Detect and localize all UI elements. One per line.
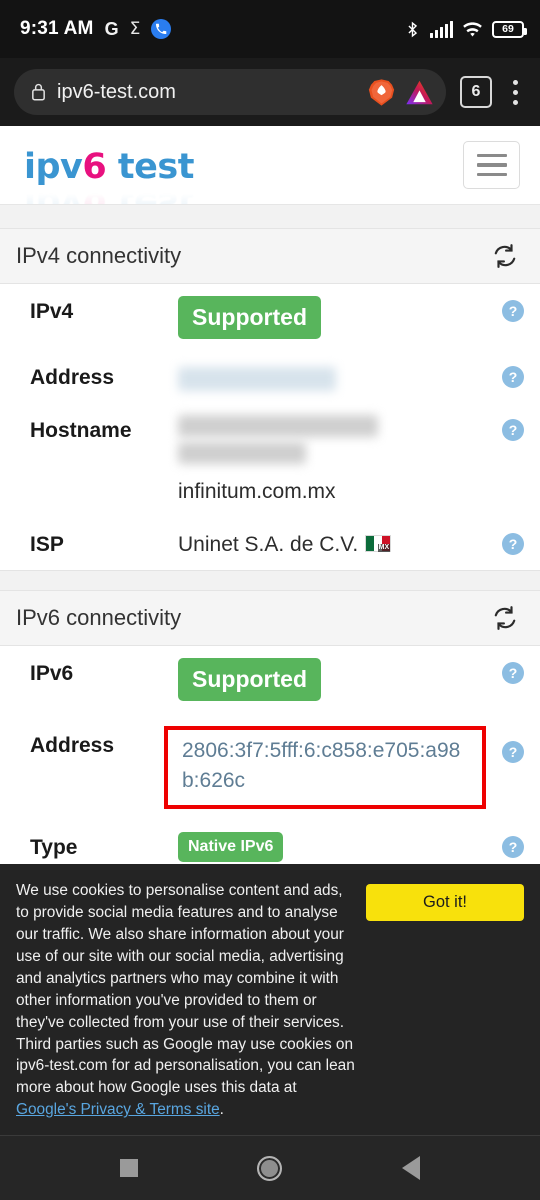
status-bar-clock: 9:31 AM xyxy=(20,18,94,39)
row-label: Address xyxy=(30,366,115,389)
row-label: IPv6 xyxy=(30,661,74,685)
row-value: Supported xyxy=(178,295,494,339)
isp-name: Uninet S.A. de C.V. xyxy=(178,532,359,556)
row-label: IPv4 xyxy=(30,300,74,323)
row-label: Type xyxy=(30,835,78,859)
ipv6-address-link[interactable]: 2806:3f7:5fff:6:c858:e705:a98b:626c xyxy=(182,736,474,797)
redacted-hostname-line2 xyxy=(178,442,306,465)
redacted-hostname-line1 xyxy=(178,415,378,438)
header-spacer xyxy=(0,204,540,228)
status-badge: Native IPv6 xyxy=(178,831,284,862)
status-badge: Supported xyxy=(178,657,321,701)
table-row: IPv4 Supported ? xyxy=(0,284,540,350)
battery-level-label: 69 xyxy=(502,22,514,35)
wifi-icon xyxy=(462,21,483,38)
help-icon[interactable]: ? xyxy=(502,300,524,322)
google-privacy-terms-link[interactable]: Google's Privacy & Terms site xyxy=(16,1101,220,1118)
back-triangle-icon[interactable] xyxy=(402,1156,421,1180)
phone-icon xyxy=(151,19,172,39)
row-value: infinitum.com.mx xyxy=(178,414,494,505)
site-header: ipv6 test ipv6 test xyxy=(0,126,540,204)
recents-square-icon[interactable] xyxy=(119,1159,138,1177)
mexico-flag-icon xyxy=(365,534,392,552)
row-value: Supported xyxy=(178,657,494,701)
help-icon[interactable]: ? xyxy=(502,532,524,555)
section-title-ipv4: IPv4 connectivity xyxy=(16,243,182,268)
refresh-icon[interactable] xyxy=(492,243,518,269)
logo-six: 6 xyxy=(82,146,107,187)
row-value: 2806:3f7:5fff:6:c858:e705:a98b:626c xyxy=(164,725,494,809)
kebab-menu-icon[interactable] xyxy=(500,75,530,109)
section-header-ipv4: IPv4 connectivity xyxy=(0,228,540,284)
status-bar-left: 9:31 AM G Σ xyxy=(20,18,172,40)
lock-icon xyxy=(30,82,47,102)
row-label: Address xyxy=(30,733,115,757)
table-row: Address ? xyxy=(0,350,540,403)
bat-triangle-icon[interactable] xyxy=(405,79,434,106)
ipv6-address-highlight-box: 2806:3f7:5fff:6:c858:e705:a98b:626c xyxy=(164,725,486,809)
row-label: ISP xyxy=(30,532,64,556)
home-circle-icon[interactable] xyxy=(257,1155,283,1181)
redacted-ipv4-address xyxy=(178,367,336,391)
cookie-consent-banner: We use cookies to personalise content an… xyxy=(0,864,540,1135)
cookie-consent-text: We use cookies to personalise content an… xyxy=(16,880,356,1121)
site-logo[interactable]: ipv6 test ipv6 test xyxy=(24,146,195,204)
help-icon[interactable]: ? xyxy=(502,419,524,442)
help-icon[interactable]: ? xyxy=(502,740,524,763)
row-value: Native IPv6 xyxy=(178,831,494,862)
hamburger-menu-icon[interactable] xyxy=(463,141,520,189)
url-text: ipv6-test.com xyxy=(57,80,176,103)
table-row: Hostname infinitum.com.mx ? xyxy=(0,403,540,516)
browser-toolbar: ipv6-test.com 6 xyxy=(0,58,540,126)
section-divider xyxy=(0,569,540,590)
status-badge: Supported xyxy=(178,296,321,339)
site-logo-reflection: ipv6 test xyxy=(24,183,194,205)
section-header-ipv6: IPv6 connectivity xyxy=(0,589,540,646)
help-icon[interactable]: ? xyxy=(502,835,524,858)
bluetooth-icon xyxy=(404,20,421,39)
logo-ipv: ipv xyxy=(24,146,83,187)
got-it-button[interactable]: Got it! xyxy=(366,884,524,922)
android-nav-bar xyxy=(0,1135,540,1200)
help-icon[interactable]: ? xyxy=(502,661,524,684)
tab-count-button[interactable]: 6 xyxy=(460,76,492,108)
site-logo-text: ipv6 test xyxy=(24,146,195,187)
row-label: Hostname xyxy=(30,419,132,443)
table-row: IPv6 Supported ? xyxy=(0,646,540,712)
help-icon[interactable]: ? xyxy=(502,366,524,388)
android-status-bar: 9:31 AM G Σ 69 xyxy=(0,0,540,58)
row-value: Uninet S.A. de C.V. xyxy=(178,528,494,558)
rows-ipv4: IPv4 Supported ? Address ? Hostname infi… xyxy=(0,284,540,570)
table-row: ISP Uninet S.A. de C.V. ? xyxy=(0,517,540,570)
cookie-text-end: . xyxy=(219,1101,224,1119)
url-bar[interactable]: ipv6-test.com xyxy=(14,69,446,115)
hostname-domain: infinitum.com.mx xyxy=(178,480,336,504)
row-value xyxy=(178,361,494,391)
refresh-icon[interactable] xyxy=(492,605,518,631)
page-content: ipv6 test ipv6 test IPv4 connectivity IP… xyxy=(0,126,540,980)
google-icon: G xyxy=(104,18,119,39)
table-row: Address 2806:3f7:5fff:6:c858:e705:a98b:6… xyxy=(0,712,540,820)
logo-test: test xyxy=(106,146,195,187)
brave-lion-icon[interactable] xyxy=(368,78,395,107)
cookie-text-main: We use cookies to personalise content an… xyxy=(16,882,355,1097)
cellular-signal-icon xyxy=(429,20,453,38)
battery-icon: 69 xyxy=(492,20,527,38)
section-title-ipv6: IPv6 connectivity xyxy=(16,604,182,630)
status-bar-right: 69 xyxy=(404,20,527,39)
sigma-icon: Σ xyxy=(129,19,141,39)
